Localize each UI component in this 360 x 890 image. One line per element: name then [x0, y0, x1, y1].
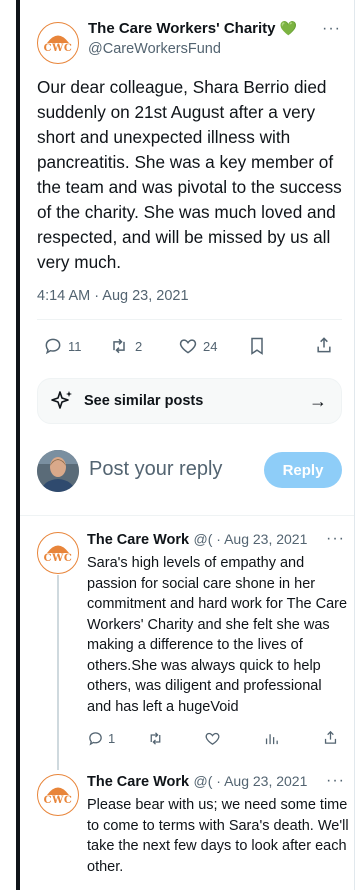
heart-icon	[205, 732, 220, 745]
reply-count: 1	[108, 731, 116, 746]
logo-text: CWC	[43, 43, 73, 54]
share-icon	[324, 730, 337, 744]
more-options-icon[interactable]: ···	[326, 530, 345, 548]
reply-author-name[interactable]: The Care Work	[87, 532, 189, 548]
repost-count: 2	[135, 338, 143, 354]
reply-icon	[89, 732, 102, 746]
left-border	[16, 0, 20, 890]
user-avatar[interactable]	[37, 450, 79, 492]
reply-count: 11	[68, 338, 82, 354]
post-text: Our dear colleague, Shara Berrio died su…	[37, 77, 342, 272]
right-border	[354, 0, 355, 890]
repost-icon	[113, 338, 125, 354]
reply-action[interactable]: 11	[43, 336, 82, 356]
heart-icon	[179, 339, 197, 354]
like-action[interactable]: 24	[178, 336, 217, 356]
repost-action[interactable]: 2	[108, 336, 142, 356]
post-timestamp[interactable]: 4:14 AM · Aug 23, 2021	[37, 288, 189, 304]
reply-text: Sara's high levels of empathy and passio…	[87, 555, 348, 715]
bookmark-icon	[251, 337, 263, 355]
analytics-action[interactable]	[263, 730, 280, 747]
reply-author-avatar[interactable]: CWC	[37, 532, 79, 574]
author-name[interactable]: The Care Workers' Charity 💚	[88, 20, 297, 37]
reply-text: Please bear with us; we need some time t…	[87, 797, 349, 875]
author-name-text: The Care Workers' Charity	[88, 20, 276, 37]
repost-icon	[150, 732, 161, 745]
bookmark-action[interactable]	[248, 336, 266, 356]
reply-header: The Care Work @( · Aug 23, 2021	[87, 531, 342, 549]
repost-action[interactable]	[146, 730, 165, 747]
see-similar-label: See similar posts	[84, 393, 204, 409]
more-options-icon[interactable]: ···	[322, 20, 341, 38]
reply-header: The Care Work @( · Aug 23, 2021	[87, 773, 342, 791]
reply-button[interactable]: Reply	[264, 452, 342, 488]
reply-icon	[45, 338, 61, 355]
analytics-icon	[265, 734, 278, 745]
like-count: 24	[203, 338, 218, 354]
sparkle-icon	[51, 391, 72, 409]
share-icon	[317, 337, 331, 353]
divider	[20, 515, 354, 516]
logo-text: CWC	[43, 795, 73, 806]
reply-handle-date[interactable]: @( · Aug 23, 2021	[194, 531, 308, 547]
share-action[interactable]	[314, 335, 334, 355]
see-similar-posts-button[interactable]: See similar posts →	[37, 378, 342, 424]
reply-author-avatar[interactable]: CWC	[37, 774, 79, 816]
like-action[interactable]	[204, 730, 221, 747]
reply-author-name[interactable]: The Care Work	[87, 774, 189, 790]
author-avatar[interactable]: CWC	[37, 22, 79, 64]
arrow-right-icon: →	[309, 391, 327, 411]
green-heart-badge: 💚	[279, 20, 298, 36]
logo-text: CWC	[43, 553, 73, 564]
reply-input[interactable]: Post your reply	[89, 458, 222, 481]
share-action[interactable]	[322, 729, 339, 746]
divider	[37, 319, 342, 320]
more-options-icon[interactable]: ···	[326, 772, 345, 790]
reply-action[interactable]: 1	[87, 730, 115, 747]
thread-line	[57, 575, 59, 770]
reply-handle-date[interactable]: @( · Aug 23, 2021	[194, 773, 308, 789]
person-photo	[37, 450, 79, 492]
author-handle[interactable]: @CareWorkersFund	[88, 41, 221, 57]
